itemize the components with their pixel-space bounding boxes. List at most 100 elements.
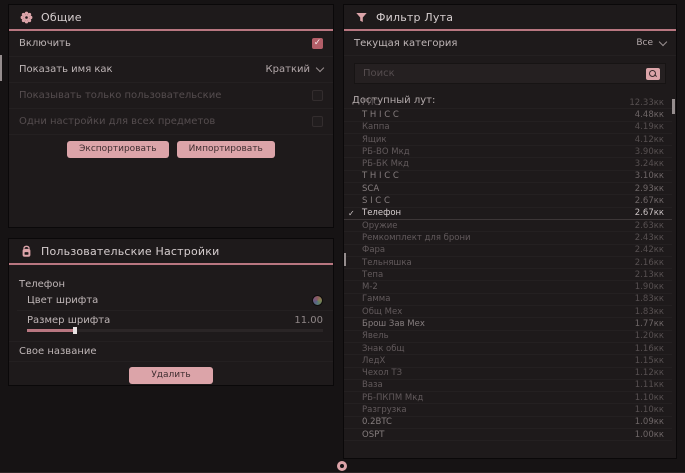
loot-list-row[interactable]: ✓ Брош Зав Мех 1.77кк — [344, 318, 672, 330]
loot-item-name: РБ-БК Мкд — [362, 159, 409, 169]
panel-loot-filter-title: Фильтр Лута — [376, 11, 453, 24]
loot-list-row[interactable]: ✓ Оружие 2.63кк — [344, 220, 672, 232]
font-size-label: Размер шрифта — [27, 315, 110, 326]
export-button[interactable]: Экспортировать — [67, 141, 168, 158]
loot-list-row[interactable]: ✓ М-2 1.90кк — [344, 281, 672, 293]
slider-track — [27, 329, 323, 332]
loot-item-name: ГИС — [362, 98, 379, 108]
loot-list-row[interactable]: ✓ Ящик 4.12кк — [344, 134, 672, 146]
loot-item-value: 2.43кк — [635, 233, 664, 243]
custom-name-label: Свое название — [19, 346, 97, 357]
custom-name-row[interactable]: Свое название — [9, 341, 333, 362]
loot-item-value: 1.15кк — [635, 356, 664, 366]
loot-item-value: 1.00кк — [635, 430, 664, 440]
loot-item-value: 2.67кк — [635, 208, 664, 218]
setting-row-same-settings: Одни настройки для всех предметов — [9, 109, 333, 135]
mod-settings-window: Общие Включить ✓ Показать имя как Кратки… — [0, 0, 685, 473]
loot-list-row[interactable]: ✓ Явель 1.20кк — [344, 331, 672, 343]
loot-item-name: РБ-ВО Мкд — [362, 147, 410, 157]
name-display-select[interactable]: Краткий — [266, 64, 323, 75]
loot-item-value: 3.90кк — [635, 147, 664, 157]
enable-label: Включить — [19, 38, 71, 49]
loot-list-row[interactable]: ✓ Т Н I С С 3.10кк — [344, 171, 672, 183]
setting-row-show-custom-only: Показывать только пользовательские — [9, 83, 333, 109]
panel-general: Общие Включить ✓ Показать имя как Кратки… — [8, 4, 334, 228]
category-select[interactable]: Все — [636, 38, 666, 48]
search-placeholder: Поиск — [363, 68, 395, 79]
loot-list-row[interactable]: ✓ S I C C 2.67кк — [344, 195, 672, 207]
loot-list-row[interactable]: ✓ Тепа 2.13кк — [344, 269, 672, 281]
show-custom-only-label: Показывать только пользовательские — [19, 90, 221, 101]
loot-list-row[interactable]: ✓ OSPT 1.00кк — [344, 429, 672, 441]
import-button[interactable]: Импортировать — [177, 141, 275, 158]
loot-list-row[interactable]: ✓ Телефон 2.67кк — [344, 208, 672, 220]
loot-item-name: Гамма — [362, 294, 390, 304]
window-scrollbar-thumb[interactable] — [0, 55, 2, 81]
loot-list-row[interactable]: ✓ Т Н I С С 4.48кк — [344, 109, 672, 121]
show-custom-only-checkbox[interactable] — [312, 90, 323, 101]
loot-list-row[interactable]: ✓ Каппа 4.19кк — [344, 122, 672, 134]
custom-settings-buttons: Удалить — [9, 362, 333, 390]
loot-item-value: 1.77кк — [635, 319, 664, 329]
search-input[interactable]: Поиск — [354, 63, 666, 84]
loot-item-value: 3.10кк — [635, 171, 664, 181]
loot-item-name: Брош Зав Мех — [362, 319, 425, 329]
loot-item-name: М-2 — [362, 282, 378, 292]
loot-list-row[interactable]: ✓ ГИС 12.33кк — [344, 97, 672, 109]
delete-button[interactable]: Удалить — [129, 367, 212, 384]
same-settings-checkbox[interactable] — [312, 116, 323, 127]
loot-item-value: 1.20кк — [635, 331, 664, 341]
loot-item-name: S I C C — [362, 196, 390, 206]
loot-item-value: 4.48кк — [635, 110, 664, 120]
chevron-down-icon — [659, 37, 667, 45]
window-handle-icon[interactable] — [337, 461, 347, 471]
loot-item-value: 2.67кк — [635, 196, 664, 206]
loot-item-name: Общ Мех — [362, 307, 402, 317]
font-size-slider[interactable] — [9, 329, 333, 337]
loot-list-row[interactable]: ✓ РБ-БК Мкд 3.24кк — [344, 158, 672, 170]
font-color-row: Цвет шрифта — [17, 291, 333, 311]
loot-list-row[interactable]: ✓ Ремкомплект для брони 2.43кк — [344, 232, 672, 244]
loot-list-row[interactable]: ✓ Общ Мех 1.83кк — [344, 306, 672, 318]
loot-list-row[interactable]: ✓ Гамма 1.83кк — [344, 294, 672, 306]
loot-list-row[interactable]: ✓ Знак общ 1.16кк — [344, 343, 672, 355]
loot-item-name: Ящик — [362, 135, 387, 145]
loot-list-row[interactable]: ✓ Ваза 1.11кк — [344, 380, 672, 392]
loot-item-name: Чехол ТЗ — [362, 368, 402, 378]
loot-list-row[interactable]: ✓ РБ-ПКПМ Мкд 1.10кк — [344, 392, 672, 404]
font-size-value: 11.00 — [294, 315, 323, 326]
loot-list-row[interactable]: ✓ Разгрузка 1.10кк — [344, 404, 672, 416]
search-icon[interactable] — [646, 68, 660, 80]
loot-list-row[interactable]: ✓ 0.2BTC 1.09кк — [344, 417, 672, 429]
loot-item-value: 1.83кк — [635, 307, 664, 317]
loot-list-row[interactable]: ✓ SCA 2.93кк — [344, 183, 672, 195]
loot-item-name: Тепа — [362, 270, 383, 280]
panel-loot-filter: Фильтр Лута Текущая категория Все Поиск … — [343, 4, 677, 459]
loot-list-scrollbar-thumb[interactable] — [672, 99, 675, 114]
category-label: Текущая категория — [354, 38, 457, 49]
loot-item-name: ЛедХ — [362, 356, 385, 366]
panel-loot-filter-header: Фильтр Лута — [344, 5, 676, 31]
loot-list-row[interactable]: ✓ ЛедХ 1.15кк — [344, 355, 672, 367]
loot-item-value: 1.12кк — [635, 368, 664, 378]
loot-item-name: Т Н I С С — [362, 110, 399, 120]
gear-icon — [19, 10, 33, 24]
loot-list-row[interactable]: ✓ Тельняшка 2.16кк — [344, 257, 672, 269]
panel-general-header: Общие — [9, 5, 333, 31]
loot-item-value: 12.33кк — [629, 98, 664, 108]
loot-item-name: Знак общ — [362, 344, 405, 354]
slider-handle[interactable] — [73, 327, 77, 334]
loot-item-value: 4.19кк — [635, 122, 664, 132]
loot-item-value: 4.12кк — [635, 135, 664, 145]
loot-item-value: 2.13кк — [635, 270, 664, 280]
color-wheel-icon[interactable] — [312, 295, 323, 306]
setting-row-name-display: Показать имя как Краткий — [9, 57, 333, 83]
loot-item-value: 1.11кк — [635, 380, 664, 390]
loot-list-row[interactable]: ✓ РБ-ВО Мкд 3.90кк — [344, 146, 672, 158]
enable-checkbox[interactable]: ✓ — [312, 38, 323, 49]
loot-list-left-scroll-indicator[interactable] — [344, 253, 346, 266]
loot-list-row[interactable]: ✓ Фара 2.42кк — [344, 245, 672, 257]
loot-item-name: Т Н I С С — [362, 171, 399, 181]
loot-list-row[interactable]: ✓ Чехол ТЗ 1.12кк — [344, 368, 672, 380]
loot-item-name: 0.2BTC — [362, 417, 392, 427]
